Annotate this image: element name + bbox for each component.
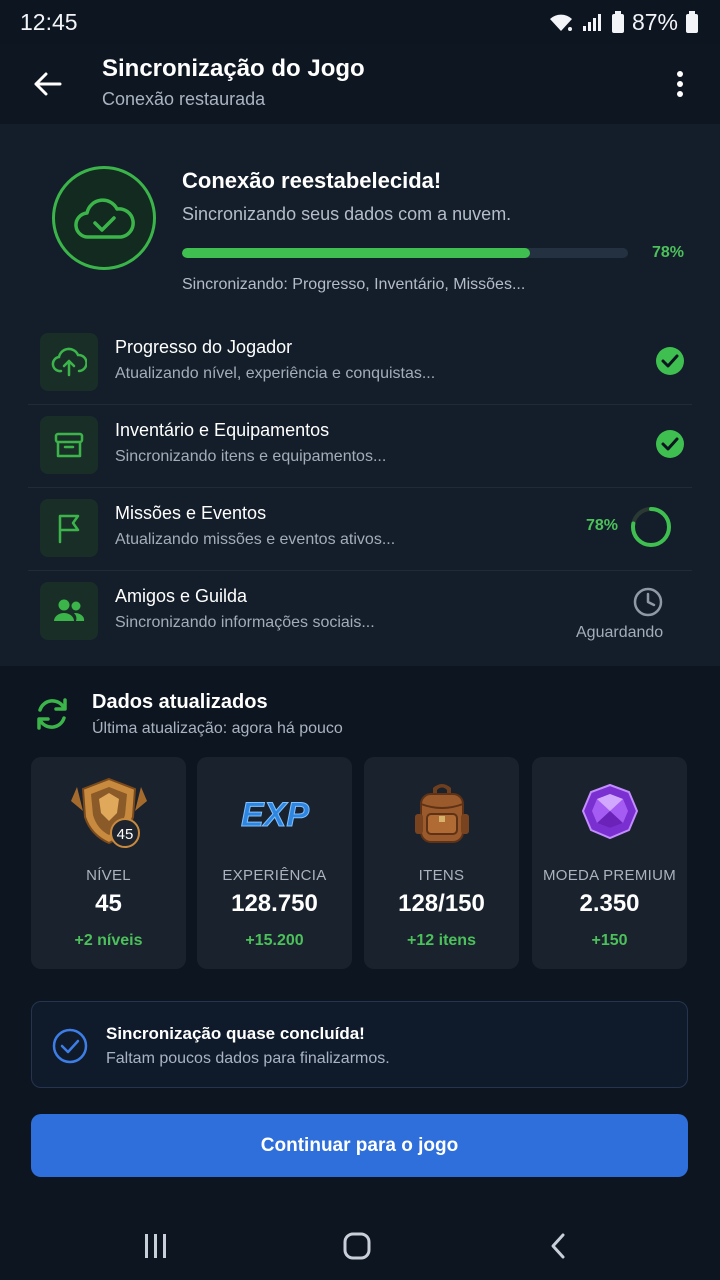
backpack-icon <box>364 777 519 849</box>
system-back-button[interactable] <box>534 1226 582 1266</box>
app-bar: Sincronização do Jogo Conexão restaurada <box>0 44 720 124</box>
sync-item-missions[interactable]: Missões e Eventos Atualizando missões e … <box>28 488 692 571</box>
back-button[interactable] <box>28 64 68 104</box>
sync-item-friends-guild[interactable]: Amigos e Guilda Sincronizando informaçõe… <box>28 571 692 654</box>
stat-value: 2.350 <box>579 890 640 917</box>
sync-item-subtitle: Sincronizando itens e equipamentos... <box>115 448 387 465</box>
sync-item-title: Amigos e Guilda <box>115 586 248 606</box>
item-icon-box <box>40 333 98 391</box>
flag-icon <box>58 514 80 544</box>
battery-icon <box>686 11 698 33</box>
sync-item-percent: 78% <box>586 517 619 534</box>
stat-card-level: 45 NÍVEL 45 +2 níveis <box>31 757 186 969</box>
item-icon-box <box>40 416 98 474</box>
connection-subtitle: Sincronizando seus dados com a nuvem. <box>182 204 512 224</box>
check-circle-icon <box>656 430 684 458</box>
sync-item-subtitle: Atualizando nível, experiência e conquis… <box>115 365 436 382</box>
check-circle-icon <box>656 347 684 375</box>
page-subtitle: Conexão restaurada <box>102 89 266 109</box>
status-time: 12:45 <box>20 8 78 35</box>
level-badge-text: 45 <box>116 826 133 843</box>
level-shield-icon: 45 <box>31 777 186 849</box>
home-icon <box>343 1232 371 1260</box>
stat-card-premium-currency: MOEDA PREMIUM 2.350 +150 <box>532 757 687 969</box>
stat-label: ITENS <box>418 867 465 884</box>
wifi-icon <box>549 14 572 31</box>
continue-to-game-button[interactable]: Continuar para o jogo <box>31 1114 688 1177</box>
clock-icon <box>633 587 663 617</box>
item-icon-box <box>40 582 98 640</box>
stat-delta: +15.200 <box>245 932 304 949</box>
exp-badge-text: EXP <box>240 796 308 834</box>
gem-icon <box>532 777 687 849</box>
more-vertical-icon <box>677 71 683 97</box>
notice-title: Sincronização quase concluída! <box>106 1024 365 1043</box>
sync-notice: Sincronização quase concluída! Faltam po… <box>31 1001 688 1088</box>
stat-delta: +150 <box>591 932 628 949</box>
status-bar: 12:45 87% <box>0 0 720 44</box>
sync-item-subtitle: Atualizando missões e eventos ativos... <box>115 531 396 548</box>
stat-delta: +2 níveis <box>74 932 143 949</box>
sync-item-subtitle: Sincronizando informações sociais... <box>115 614 375 631</box>
item-icon-box <box>40 499 98 557</box>
stat-card-items: ITENS 128/150 +12 itens <box>364 757 519 969</box>
syncing-status-text: Sincronizando: Progresso, Inventário, Mi… <box>182 276 526 293</box>
stat-label: MOEDA PREMIUM <box>542 867 677 884</box>
sync-progress-percent: 78% <box>652 244 685 261</box>
page-title: Sincronização do Jogo <box>102 55 365 82</box>
arrow-left-icon <box>34 72 62 96</box>
recent-apps-button[interactable] <box>132 1226 180 1266</box>
stat-value: 128.750 <box>231 890 318 917</box>
sync-item-title: Inventário e Equipamentos <box>115 420 330 440</box>
stat-label: NÍVEL <box>86 867 131 884</box>
sync-item-inventory[interactable]: Inventário e Equipamentos Sincronizando … <box>28 405 692 488</box>
waiting-status: Aguardando <box>576 624 664 641</box>
progress-ring-icon <box>631 507 671 547</box>
check-circle-outline-icon <box>52 1028 88 1064</box>
signal-icon <box>582 14 601 31</box>
sync-item-player-progress[interactable]: Progresso do Jogador Atualizando nível, … <box>28 322 692 405</box>
cloud-upload-icon <box>51 347 87 377</box>
stat-delta: +12 itens <box>407 932 476 949</box>
recent-apps-icon <box>145 1234 166 1258</box>
data-updated-title: Dados atualizados <box>92 691 268 713</box>
sync-panel: Conexão reestabelecida! Sincronizando se… <box>0 124 720 666</box>
sync-progress-fill <box>182 248 530 258</box>
status-icons: 87% <box>548 9 698 36</box>
exp-icon: EXP <box>197 777 352 849</box>
connection-title: Conexão reestabelecida! <box>182 168 442 193</box>
stat-label: EXPERIÊNCIA <box>222 867 327 884</box>
users-icon <box>54 599 85 621</box>
chevron-left-icon <box>551 1233 565 1259</box>
cloud-status <box>52 166 156 270</box>
notice-subtitle: Faltam poucos dados para finalizarmos. <box>106 1050 390 1067</box>
battery-small-icon <box>611 11 624 33</box>
refresh-icon <box>37 698 67 730</box>
cloud-check-icon <box>74 198 135 239</box>
more-options-button[interactable] <box>662 64 698 104</box>
sync-progress-bar <box>182 248 628 258</box>
sync-item-title: Progresso do Jogador <box>115 337 293 357</box>
stat-card-experience: EXP EXPERIÊNCIA 128.750 +15.200 <box>197 757 352 969</box>
stat-value: 128/150 <box>398 890 485 917</box>
sync-item-title: Missões e Eventos <box>115 503 267 523</box>
system-navigation-bar <box>0 1212 720 1280</box>
home-button[interactable] <box>333 1226 381 1266</box>
stat-value: 45 <box>95 890 122 917</box>
archive-box-icon <box>54 432 84 458</box>
data-updated-subtitle: Última atualização: agora há pouco <box>92 720 343 737</box>
battery-percent: 87% <box>631 8 678 35</box>
